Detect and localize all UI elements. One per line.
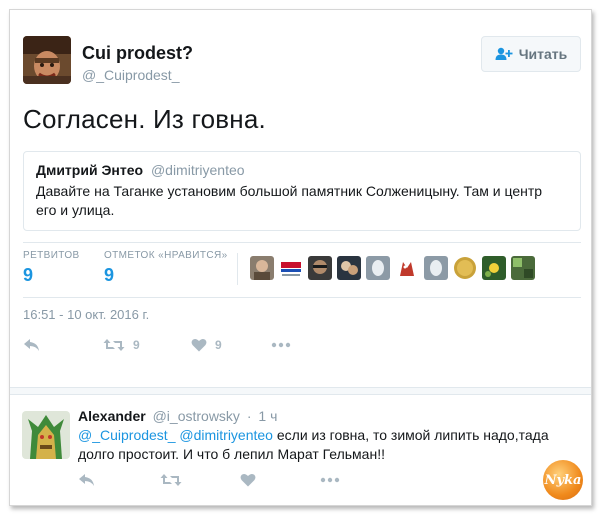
reply-author-handle[interactable]: @i_ostrowsky xyxy=(153,408,240,424)
more-dots-icon xyxy=(320,477,340,483)
reply-author-avatar[interactable] xyxy=(22,411,70,459)
reply-actions xyxy=(78,473,340,487)
divider xyxy=(237,253,238,285)
liker-avatar[interactable] xyxy=(424,256,448,280)
reply-icon xyxy=(24,339,39,351)
more-button[interactable] xyxy=(320,477,340,483)
liker-avatar[interactable] xyxy=(511,256,535,280)
quoted-tweet-text: Давайте на Таганке установим большой пам… xyxy=(36,183,543,218)
tweet-text: Согласен. Из говна. xyxy=(23,104,266,134)
retweet-button[interactable] xyxy=(160,473,240,487)
add-user-icon xyxy=(495,47,513,60)
likes-label: ОТМЕТОК «НРАВИТСЯ» xyxy=(104,250,228,261)
reply-time[interactable]: 1 ч xyxy=(258,408,277,424)
liker-avatar[interactable] xyxy=(337,256,361,280)
reply-author-name[interactable]: Alexander xyxy=(78,408,146,424)
like-count: 9 xyxy=(215,338,222,352)
retweet-icon xyxy=(103,339,125,351)
section-divider xyxy=(10,387,591,395)
liker-avatar[interactable] xyxy=(279,256,303,280)
retweet-button[interactable]: 9 xyxy=(103,338,191,352)
reply-header: Alexander @i_ostrowsky · 1 ч xyxy=(78,408,277,424)
follow-button[interactable]: Читать xyxy=(481,36,581,72)
reply-separator: · xyxy=(246,408,252,424)
more-dots-icon xyxy=(271,342,291,348)
liker-avatar[interactable] xyxy=(308,256,332,280)
heart-icon xyxy=(240,473,256,487)
tweet-timestamp[interactable]: 16:51 - 10 окт. 2016 г. xyxy=(23,307,149,322)
divider xyxy=(23,242,581,243)
retweet-count: 9 xyxy=(133,338,140,352)
reply-icon xyxy=(79,474,94,486)
retweet-icon xyxy=(160,474,182,486)
follow-label: Читать xyxy=(518,46,568,62)
liker-avatar[interactable] xyxy=(453,256,477,280)
tweet-card: Cui prodest? @_Cuiprodest_ Читать Соглас… xyxy=(9,9,592,506)
reply-button[interactable] xyxy=(78,473,160,487)
like-button[interactable]: 9 xyxy=(191,338,271,352)
heart-icon xyxy=(191,338,207,352)
more-button[interactable] xyxy=(271,342,291,348)
divider xyxy=(23,297,581,298)
like-button[interactable] xyxy=(240,473,320,487)
tweet-actions: 9 9 xyxy=(23,338,291,352)
liker-avatar[interactable] xyxy=(395,256,419,280)
liker-avatar[interactable] xyxy=(250,256,274,280)
quoted-tweet[interactable]: Дмитрий Энтео @dimitriyenteo Давайте на … xyxy=(23,151,581,231)
quoted-author-name: Дмитрий Энтео xyxy=(36,162,144,178)
likes-stat[interactable]: ОТМЕТОК «НРАВИТСЯ» 9 xyxy=(104,250,228,286)
quoted-tweet-header: Дмитрий Энтео @dimitriyenteo xyxy=(36,162,568,178)
mention-link[interactable]: @dimitriyenteo xyxy=(179,427,273,443)
liker-avatar[interactable] xyxy=(482,256,506,280)
author-handle[interactable]: @_Cuiprodest_ xyxy=(82,67,180,83)
likes-count: 9 xyxy=(104,265,115,285)
retweets-label: РЕТВИТОВ xyxy=(23,250,80,261)
mention-link[interactable]: @_Cuiprodest_ xyxy=(78,427,176,443)
liker-avatar[interactable] xyxy=(366,256,390,280)
likers-avatars xyxy=(250,256,540,280)
quoted-author-handle: @dimitriyenteo xyxy=(150,162,245,178)
retweets-stat[interactable]: РЕТВИТОВ 9 xyxy=(23,250,80,286)
watermark-logo: Nyka xyxy=(543,460,583,500)
author-name[interactable]: Cui prodest? xyxy=(82,43,193,64)
reply-button[interactable] xyxy=(23,338,103,352)
author-avatar[interactable] xyxy=(23,36,71,84)
retweets-count: 9 xyxy=(23,265,34,285)
reply-text: @_Cuiprodest_ @dimitriyenteo если из гов… xyxy=(78,426,578,464)
